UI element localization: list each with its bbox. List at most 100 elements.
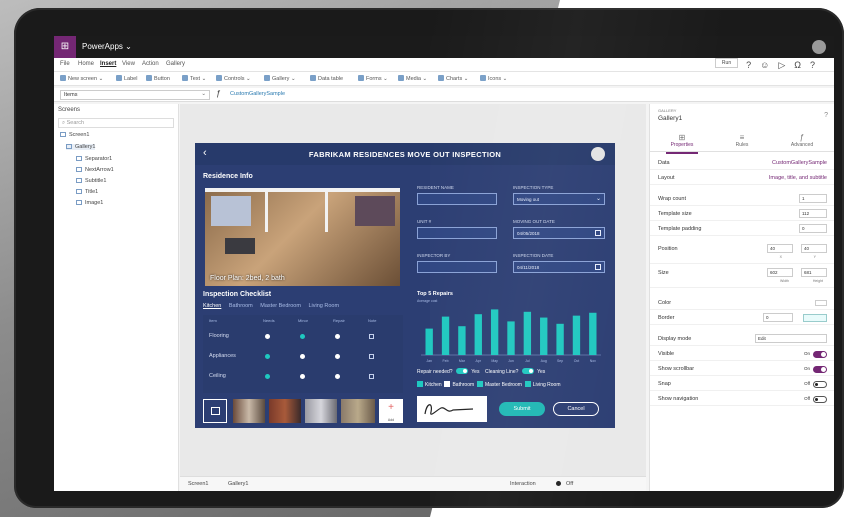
prop-layout-value[interactable]: Image, title, and subtitle bbox=[769, 175, 827, 181]
menu-action[interactable]: Action bbox=[142, 61, 159, 67]
note-icon[interactable] bbox=[369, 334, 374, 339]
position-x-input[interactable]: 40 bbox=[767, 244, 793, 253]
account-icon[interactable]: Ω bbox=[794, 60, 810, 70]
forms-button[interactable]: Forms ⌄ bbox=[358, 75, 388, 82]
checkbox-bathroom[interactable] bbox=[444, 381, 451, 387]
inspection-type-dropdown[interactable]: Moving out ⌄ bbox=[513, 193, 605, 205]
menu-gallery[interactable]: Gallery bbox=[166, 61, 185, 67]
note-icon[interactable] bbox=[369, 354, 374, 359]
tree-node-screen1[interactable]: Screen1 bbox=[60, 132, 90, 138]
moving-out-date-picker[interactable]: 04/05/2018 bbox=[513, 227, 605, 239]
radio-repair[interactable] bbox=[335, 354, 340, 359]
scrollbar-toggle[interactable] bbox=[813, 366, 827, 373]
app-name[interactable]: PowerApps ⌄ bbox=[82, 42, 132, 51]
inspector-input[interactable] bbox=[417, 261, 497, 273]
radio-minor[interactable] bbox=[300, 354, 305, 359]
template-size-input[interactable]: 112 bbox=[799, 209, 827, 218]
radio-needs[interactable] bbox=[265, 354, 270, 359]
photo-thumbnail[interactable] bbox=[341, 399, 375, 423]
radio-needs[interactable] bbox=[265, 334, 270, 339]
tree-node-title1[interactable]: Title1 bbox=[76, 189, 98, 195]
radio-repair[interactable] bbox=[335, 334, 340, 339]
color-swatch[interactable] bbox=[815, 300, 827, 306]
status-control[interactable]: Gallery1 bbox=[228, 481, 248, 487]
charts-button[interactable]: Charts ⌄ bbox=[438, 75, 468, 82]
size-width-input[interactable]: 602 bbox=[767, 268, 793, 277]
radio-minor[interactable] bbox=[300, 374, 305, 379]
signature-pad[interactable] bbox=[417, 396, 487, 422]
tree-node-image1[interactable]: Image1 bbox=[76, 200, 103, 206]
tree-node-nextarrow1[interactable]: NextArrow1 bbox=[76, 167, 114, 173]
menu-home[interactable]: Home bbox=[78, 61, 94, 67]
unit-input[interactable] bbox=[417, 227, 497, 239]
photo-thumbnail[interactable] bbox=[305, 399, 337, 423]
tab-master-bedroom[interactable]: Master Bedroom bbox=[260, 303, 301, 309]
display-mode-dropdown[interactable]: Edit bbox=[755, 334, 827, 343]
wrap-count-input[interactable]: 1 bbox=[799, 194, 827, 203]
tree-node-separator1[interactable]: Separator1 bbox=[76, 156, 112, 162]
prop-color-row[interactable]: Color bbox=[650, 296, 834, 310]
help-icon[interactable]: ? bbox=[824, 112, 828, 119]
feedback-icon[interactable]: ☺ bbox=[760, 60, 778, 70]
label-button[interactable]: Label bbox=[116, 75, 137, 82]
cleaning-line-toggle[interactable] bbox=[521, 368, 534, 374]
photo-thumbnail[interactable] bbox=[269, 399, 301, 423]
border-value-input[interactable]: 0 bbox=[763, 313, 793, 322]
new-screen-button[interactable]: New screen ⌄ bbox=[60, 75, 103, 82]
camera-button[interactable] bbox=[203, 399, 227, 423]
text-button[interactable]: Text ⌄ bbox=[182, 75, 206, 82]
tab-rules[interactable]: ≡ Rules bbox=[712, 133, 772, 148]
tree-search-input[interactable]: ⌕ Search bbox=[58, 118, 174, 128]
prop-data-value[interactable]: CustomGallerySample bbox=[772, 160, 827, 166]
radio-repair[interactable] bbox=[335, 374, 340, 379]
repair-needed-toggle[interactable] bbox=[455, 368, 468, 374]
status-screen[interactable]: Screen1 bbox=[188, 481, 209, 487]
media-button[interactable]: Media ⌄ bbox=[398, 75, 427, 82]
checkbox-kitchen[interactable] bbox=[417, 381, 423, 387]
template-padding-input[interactable]: 0 bbox=[799, 224, 827, 233]
size-height-input[interactable]: 681 bbox=[801, 268, 827, 277]
property-dropdown[interactable]: Items ⌄ bbox=[60, 90, 210, 100]
button-button[interactable]: Button bbox=[146, 75, 170, 82]
tab-properties[interactable]: ⊞ Properties bbox=[652, 133, 712, 154]
tree-node-subtitle1[interactable]: Subtitle1 bbox=[76, 178, 106, 184]
submit-button[interactable]: Submit bbox=[499, 402, 545, 416]
app-launcher-icon[interactable]: ⊞ bbox=[54, 36, 76, 58]
question-icon[interactable]: ? bbox=[810, 60, 824, 70]
run-button[interactable]: Run bbox=[714, 58, 739, 68]
tab-advanced[interactable]: ƒ Advanced bbox=[772, 133, 832, 148]
note-icon[interactable] bbox=[369, 374, 374, 379]
formula-input[interactable]: CustomGallerySample bbox=[230, 91, 285, 97]
tab-kitchen[interactable]: Kitchen bbox=[203, 303, 221, 309]
inspection-date-picker[interactable]: 04/11/2018 bbox=[513, 261, 605, 273]
tab-living-room[interactable]: Living Room bbox=[308, 303, 339, 309]
tab-bathroom[interactable]: Bathroom bbox=[229, 303, 253, 309]
menu-view[interactable]: View bbox=[122, 61, 135, 67]
play-icon[interactable]: ▷ bbox=[778, 60, 794, 70]
add-photo-button[interactable]: + Add bbox=[379, 399, 403, 423]
gallery-button[interactable]: Gallery ⌄ bbox=[264, 75, 296, 82]
position-y-input[interactable]: 40 bbox=[801, 244, 827, 253]
snap-toggle[interactable] bbox=[813, 381, 827, 388]
navigation-toggle[interactable] bbox=[813, 396, 827, 403]
avatar[interactable] bbox=[812, 40, 826, 54]
radio-needs[interactable] bbox=[265, 374, 270, 379]
tree-node-gallery1[interactable]: Gallery1 bbox=[66, 144, 96, 150]
menu-file[interactable]: File bbox=[60, 61, 70, 67]
checkbox-master-bedroom[interactable] bbox=[476, 381, 483, 387]
profile-icon[interactable] bbox=[591, 147, 605, 161]
border-color-swatch[interactable] bbox=[803, 314, 827, 322]
menu-insert[interactable]: Insert bbox=[100, 61, 116, 67]
data-table-button[interactable]: Data table bbox=[310, 75, 343, 82]
help-icon[interactable]: ? bbox=[746, 60, 760, 70]
icons-button[interactable]: Icons ⌄ bbox=[480, 75, 507, 82]
radio-minor[interactable] bbox=[300, 334, 305, 339]
resident-name-input[interactable] bbox=[417, 193, 497, 205]
visible-toggle[interactable] bbox=[813, 351, 827, 358]
prop-data-row[interactable]: Data CustomGallerySample bbox=[650, 156, 834, 170]
controls-button[interactable]: Controls ⌄ bbox=[216, 75, 251, 82]
cancel-button[interactable]: Cancel bbox=[553, 402, 599, 416]
prop-layout-row[interactable]: Layout Image, title, and subtitle bbox=[650, 171, 834, 185]
photo-thumbnail[interactable] bbox=[233, 399, 265, 423]
checkbox-living-room[interactable] bbox=[524, 381, 531, 387]
